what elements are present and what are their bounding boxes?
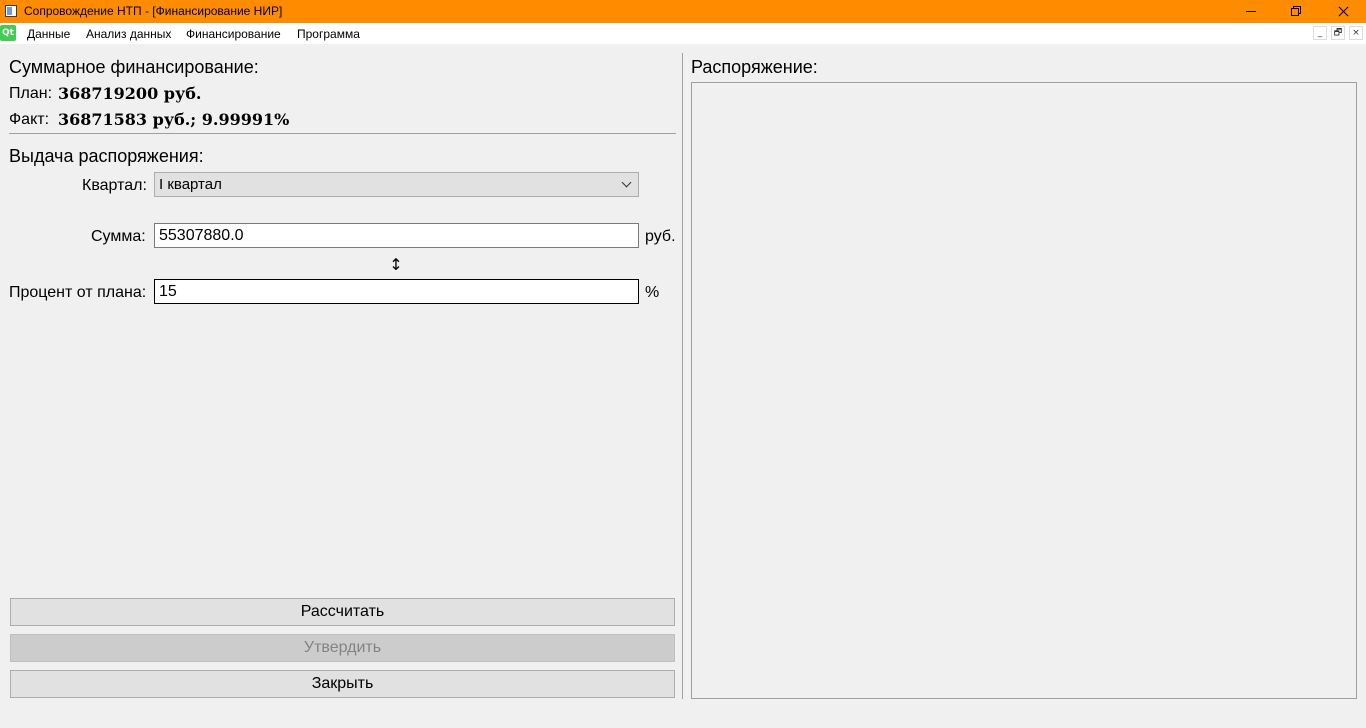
menu-financing[interactable]: Финансирование — [186, 27, 281, 41]
percent-input[interactable] — [154, 279, 639, 304]
calculate-button[interactable]: Рассчитать — [10, 598, 675, 626]
plan-value: 368719200 руб. — [58, 84, 202, 103]
qt-logo-icon: Qt — [0, 25, 16, 41]
window-title: Сопровождение НТП - [Финансирование НИР] — [24, 4, 283, 18]
order-text-area[interactable] — [691, 82, 1357, 699]
minimize-button[interactable] — [1228, 0, 1274, 23]
menu-data[interactable]: Данные — [27, 27, 70, 41]
quarter-label: Квартал: — [82, 177, 147, 194]
fact-label: Факт: — [9, 111, 50, 128]
menu-data-analysis[interactable]: Анализ данных — [86, 27, 171, 41]
menu-program[interactable]: Программа — [297, 27, 360, 41]
plan-label: План: — [9, 85, 53, 102]
mdi-close-button[interactable]: × — [1349, 26, 1363, 40]
quarter-select[interactable]: I квартал — [154, 172, 639, 197]
chevron-down-icon — [621, 177, 632, 188]
sum-input[interactable] — [154, 223, 639, 248]
summary-divider — [9, 133, 676, 134]
mdi-restore-button[interactable]: 🗗 — [1331, 26, 1345, 40]
approve-button[interactable]: Утвердить — [10, 634, 675, 662]
sum-label: Сумма: — [91, 228, 146, 245]
close-button[interactable]: Закрыть — [10, 670, 675, 698]
mdi-minimize-button[interactable]: _ — [1313, 26, 1327, 40]
percent-unit: % — [645, 284, 660, 301]
percent-label: Процент от плана: — [9, 284, 147, 301]
quarter-selected-value: I квартал — [159, 176, 222, 193]
app-window-icon — [5, 5, 17, 17]
fact-value: 36871583 руб.; 9.99991% — [58, 110, 290, 129]
vertical-swap-arrow-icon: ↕ — [389, 255, 403, 274]
summary-heading: Суммарное финансирование: — [9, 57, 259, 77]
panel-splitter[interactable] — [682, 53, 683, 699]
close-window-button[interactable] — [1320, 0, 1366, 23]
restore-button[interactable] — [1274, 0, 1320, 23]
order-form-heading: Выдача распоряжения: — [9, 146, 204, 166]
order-panel-heading: Распоряжение: — [691, 57, 818, 77]
title-bar: Сопровождение НТП - [Финансирование НИР] — [0, 0, 1366, 23]
sum-unit: руб. — [645, 228, 676, 245]
